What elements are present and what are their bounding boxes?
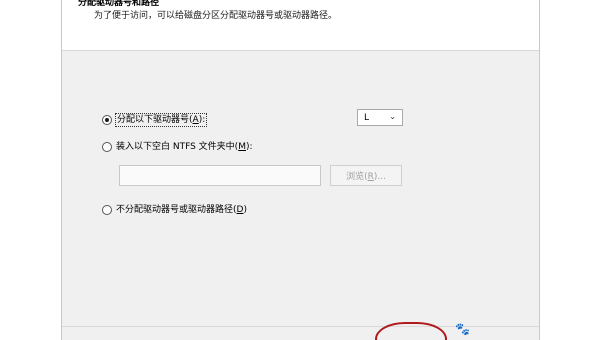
wizard-dialog: 分配驱动器号和路径 为了便于访问，可以给磁盘分区分配驱动器号或驱动器路径。 分配… xyxy=(61,0,540,340)
chevron-down-icon: ⌄ xyxy=(389,112,396,121)
drive-letter-value: L xyxy=(364,112,370,123)
option-mount-folder-label: 装入以下空白 NTFS 文件夹中(M): xyxy=(116,142,253,152)
radio-mount-folder[interactable] xyxy=(102,142,112,152)
option-no-letter-label: 不分配驱动器号或驱动器路径(D) xyxy=(116,205,247,215)
wizard-content: 分配以下驱动器号(A): L ⌄ 装入以下空白 NTFS 文件夹中(M): 浏览… xyxy=(62,51,539,326)
drive-letter-select[interactable]: L ⌄ xyxy=(357,109,403,126)
browse-button-label: 浏览(R)... xyxy=(346,172,386,182)
option-no-letter[interactable]: 不分配驱动器号或驱动器路径(D) xyxy=(102,204,247,216)
folder-path-input[interactable] xyxy=(119,165,321,186)
radio-assign-letter[interactable] xyxy=(102,115,112,125)
option-mount-folder[interactable]: 装入以下空白 NTFS 文件夹中(M): xyxy=(102,141,253,153)
option-assign-letter[interactable]: 分配以下驱动器号(A): xyxy=(102,113,208,127)
watermark-paw-icon: 🐾 xyxy=(455,322,470,336)
header-description: 为了便于访问，可以给磁盘分区分配驱动器号或驱动器路径。 xyxy=(94,11,338,21)
browse-button[interactable]: 浏览(R)... xyxy=(330,165,402,186)
header-title: 分配驱动器号和路径 xyxy=(78,0,160,8)
radio-no-letter[interactable] xyxy=(102,205,112,215)
option-assign-letter-label: 分配以下驱动器号(A): xyxy=(114,113,208,127)
wizard-header: 分配驱动器号和路径 为了便于访问，可以给磁盘分区分配驱动器号或驱动器路径。 xyxy=(62,0,539,51)
